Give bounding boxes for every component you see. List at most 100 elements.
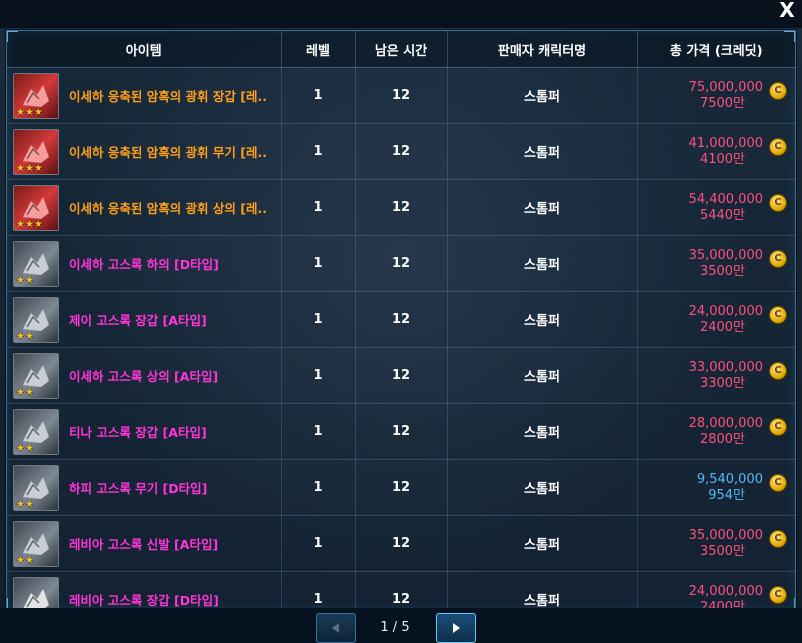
- item-name: 하피 고스록 무기 [D타입]: [69, 481, 208, 496]
- level-cell: 1: [281, 235, 356, 292]
- price-value: 54,400,000: [688, 191, 763, 207]
- level-cell: 1: [281, 347, 356, 404]
- item-name: 이세하 응축된 암흑의 광휘 무기 [레..: [69, 145, 267, 160]
- seller-cell: 스톰퍼: [447, 123, 638, 180]
- price-cell: 75,000,000 7500만 C: [637, 67, 795, 124]
- table-row[interactable]: ★★★ 이세하 응축된 암흑의 광휘 무기 [레.. 1 12 스톰퍼 41,0…: [7, 123, 795, 180]
- column-header-time-left[interactable]: 남은 시간: [355, 31, 448, 68]
- price-value: 28,000,000: [688, 415, 763, 431]
- item-cell[interactable]: ★★★ 이세하 응축된 암흑의 광휘 무기 [레..: [7, 123, 282, 180]
- seller-cell: 스톰퍼: [447, 235, 638, 292]
- time-left-cell: 12: [355, 515, 448, 572]
- item-stars: ★★★: [16, 162, 43, 174]
- next-page-button[interactable]: [436, 613, 476, 643]
- item-stars: ★★: [16, 330, 34, 342]
- time-left-cell: 12: [355, 291, 448, 348]
- price-man-value: 2800만: [699, 431, 745, 447]
- item-name: 레비아 고스록 신발 [A타입]: [69, 537, 219, 552]
- arrow-right-icon: [453, 623, 460, 633]
- item-stars: ★★★: [16, 218, 43, 230]
- credit-coin-icon: C: [769, 473, 787, 492]
- item-cell[interactable]: ★★ 레비아 고스록 신발 [A타입]: [7, 515, 282, 572]
- credit-coin-icon: C: [769, 137, 787, 156]
- item-icon-frame: ★★★: [13, 128, 59, 175]
- table-row[interactable]: ★★★ 이세하 응축된 암흑의 광휘 장갑 [레.. 1 12 스톰퍼 75,0…: [7, 67, 795, 124]
- table-row[interactable]: ★★ 이세하 고스록 하의 [D타입] 1 12 스톰퍼 35,000,000 …: [7, 235, 795, 292]
- top-bar: [0, 0, 802, 28]
- item-stars: ★★: [16, 554, 34, 566]
- item-stars: ★★: [16, 442, 34, 454]
- item-icon-frame: ★★: [13, 240, 59, 287]
- level-cell: 1: [281, 571, 356, 609]
- level-cell: 1: [281, 403, 356, 460]
- item-icon-frame: ★★★: [13, 72, 59, 119]
- price-value: 24,000,000: [688, 303, 763, 319]
- price-value: 41,000,000: [688, 135, 763, 151]
- credit-coin-icon: C: [769, 361, 787, 380]
- table-row[interactable]: ★★ 레비아 고스록 장갑 [D타입] 1 12 스톰퍼 24,000,000 …: [7, 571, 795, 609]
- seller-cell: 스톰퍼: [447, 515, 638, 572]
- price-cell: 24,000,000 2400만 C: [637, 571, 795, 609]
- price-value: 9,540,000: [696, 471, 763, 487]
- item-icon-frame: ★★: [13, 520, 59, 567]
- price-man-value: 7500만: [699, 95, 745, 111]
- price-cell: 54,400,000 5440만 C: [637, 179, 795, 236]
- item-cell[interactable]: ★★ 이세하 고스록 하의 [D타입]: [7, 235, 282, 292]
- prev-page-button[interactable]: [316, 613, 356, 643]
- level-cell: 1: [281, 67, 356, 124]
- level-cell: 1: [281, 515, 356, 572]
- price-man-value: 3500만: [699, 263, 745, 279]
- close-button[interactable]: X: [776, 0, 798, 22]
- item-icon-frame: ★★: [13, 576, 59, 609]
- price-cell: 35,000,000 3500만 C: [637, 515, 795, 572]
- table-row[interactable]: ★★ 하피 고스록 무기 [D타입] 1 12 스톰퍼 9,540,000 95…: [7, 459, 795, 516]
- table-row[interactable]: ★★ 티나 고스록 장갑 [A타입] 1 12 스톰퍼 28,000,000 2…: [7, 403, 795, 460]
- auction-list-panel: 아이템 레벨 남은 시간 판매자 캐릭터명 총 가격 (크레딧) ★★★ 이세하…: [6, 30, 796, 610]
- item-cell[interactable]: ★★ 레비아 고스록 장갑 [D타입]: [7, 571, 282, 609]
- time-left-cell: 12: [355, 403, 448, 460]
- price-man-value: 3500만: [699, 543, 745, 559]
- item-cell[interactable]: ★★ 이세하 고스록 상의 [A타입]: [7, 347, 282, 404]
- column-header-level[interactable]: 레벨: [281, 31, 356, 68]
- column-header-seller[interactable]: 판매자 캐릭터명: [447, 31, 638, 68]
- item-name: 제이 고스록 장갑 [A타입]: [69, 313, 207, 328]
- seller-cell: 스톰퍼: [447, 403, 638, 460]
- item-name: 티나 고스록 장갑 [A타입]: [69, 425, 207, 440]
- table-header: 아이템 레벨 남은 시간 판매자 캐릭터명 총 가격 (크레딧): [7, 31, 795, 68]
- seller-cell: 스톰퍼: [447, 459, 638, 516]
- credit-coin-icon: C: [769, 417, 787, 436]
- item-icon-frame: ★★: [13, 352, 59, 399]
- white-glove-icon: [14, 578, 58, 609]
- price-value: 24,000,000: [688, 583, 763, 599]
- price-value: 35,000,000: [688, 247, 763, 263]
- price-cell: 33,000,000 3300만 C: [637, 347, 795, 404]
- seller-cell: 스톰퍼: [447, 67, 638, 124]
- table-row[interactable]: ★★ 이세하 고스록 상의 [A타입] 1 12 스톰퍼 33,000,000 …: [7, 347, 795, 404]
- seller-cell: 스톰퍼: [447, 179, 638, 236]
- item-cell[interactable]: ★★★ 이세하 응축된 암흑의 광휘 상의 [레..: [7, 179, 282, 236]
- item-cell[interactable]: ★★ 제이 고스록 장갑 [A타입]: [7, 291, 282, 348]
- table-row[interactable]: ★★★ 이세하 응축된 암흑의 광휘 상의 [레.. 1 12 스톰퍼 54,4…: [7, 179, 795, 236]
- item-name: 이세하 고스록 상의 [A타입]: [69, 369, 219, 384]
- item-icon-frame: ★★★: [13, 184, 59, 231]
- price-man-value: 3300만: [699, 375, 745, 391]
- item-icon-frame: ★★: [13, 296, 59, 343]
- arrow-left-icon: [332, 623, 339, 633]
- item-cell[interactable]: ★★ 티나 고스록 장갑 [A타입]: [7, 403, 282, 460]
- column-header-item[interactable]: 아이템: [7, 31, 282, 68]
- table-row[interactable]: ★★ 제이 고스록 장갑 [A타입] 1 12 스톰퍼 24,000,000 2…: [7, 291, 795, 348]
- table-row[interactable]: ★★ 레비아 고스록 신발 [A타입] 1 12 스톰퍼 35,000,000 …: [7, 515, 795, 572]
- item-cell[interactable]: ★★ 하피 고스록 무기 [D타입]: [7, 459, 282, 516]
- frame-corner: [784, 31, 795, 42]
- time-left-cell: 12: [355, 571, 448, 609]
- price-value: 75,000,000: [688, 79, 763, 95]
- page-indicator: 1 / 5: [380, 620, 410, 635]
- seller-cell: 스톰퍼: [447, 571, 638, 609]
- item-cell[interactable]: ★★★ 이세하 응축된 암흑의 광휘 장갑 [레..: [7, 67, 282, 124]
- time-left-cell: 12: [355, 179, 448, 236]
- item-stars: ★★: [16, 274, 34, 286]
- credit-coin-icon: C: [769, 249, 787, 268]
- column-header-price[interactable]: 총 가격 (크레딧): [637, 31, 795, 68]
- price-man-value: 2400만: [699, 319, 745, 335]
- item-icon-frame: ★★: [13, 464, 59, 511]
